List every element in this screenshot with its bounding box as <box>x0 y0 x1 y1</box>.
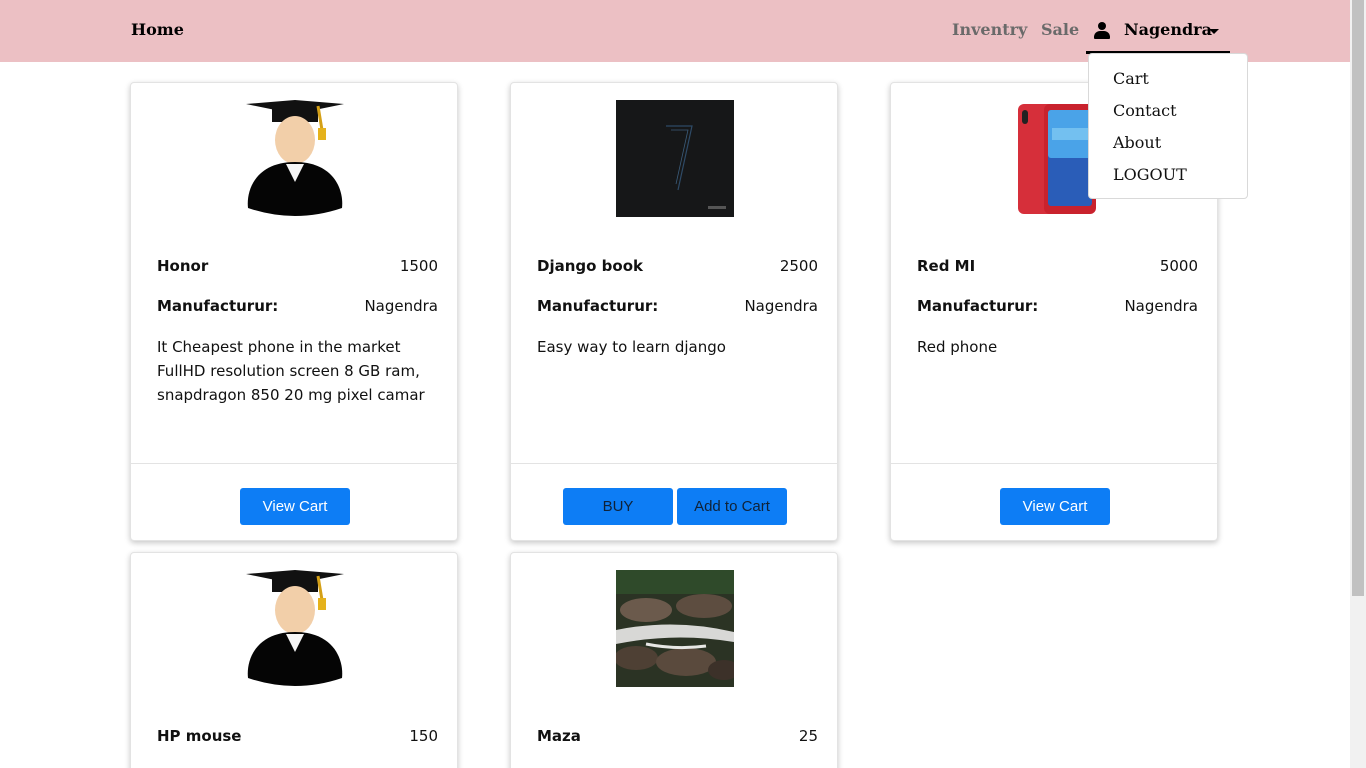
scrollbar-thumb[interactable] <box>1352 0 1364 596</box>
add-to-cart-button[interactable]: Add to Cart <box>677 488 787 525</box>
graduate-avatar-image <box>246 100 344 216</box>
product-name: HP mouse <box>157 727 242 745</box>
dropdown-item-logout[interactable]: LOGOUT <box>1113 165 1187 184</box>
brand-home-link[interactable]: Home <box>131 20 184 39</box>
nav-link-inventry[interactable]: Inventry <box>952 20 1027 39</box>
manufacturer-value: Nagendra <box>364 297 438 315</box>
product-price: 5000 <box>1159 257 1198 275</box>
product-description: It Cheapest phone in the market FullHD r… <box>157 338 425 404</box>
product-price: 2500 <box>779 257 818 275</box>
product-description: Easy way to learn django <box>537 338 726 356</box>
product-price: 1500 <box>399 257 438 275</box>
dropdown-item-contact[interactable]: Contact <box>1113 101 1177 120</box>
view-cart-button[interactable]: View Cart <box>1000 488 1110 525</box>
product-card: Maza 25 <box>510 552 838 768</box>
product-price: 150 <box>409 727 438 745</box>
graduate-avatar-image <box>246 570 344 686</box>
buy-button[interactable]: BUY <box>563 488 673 525</box>
view-cart-button[interactable]: View Cart <box>240 488 350 525</box>
manufacturer-value: Nagendra <box>744 297 818 315</box>
product-name: Honor <box>157 257 209 275</box>
product-name: Red MI <box>917 257 976 275</box>
user-name: Nagendra <box>1124 20 1212 39</box>
card-footer: View Cart <box>131 463 457 540</box>
product-name: Maza <box>537 727 581 745</box>
user-dropdown-menu: Cart Contact About LOGOUT <box>1088 53 1248 199</box>
dropdown-item-cart[interactable]: Cart <box>1113 69 1149 88</box>
product-card: Django book 2500 Manufacturur: Nagendra … <box>510 82 838 541</box>
product-card: HP mouse 150 <box>130 552 458 768</box>
nav-link-sale[interactable]: Sale <box>1041 20 1079 39</box>
card-footer: BUY Add to Cart <box>511 463 837 540</box>
user-icon <box>1094 22 1110 39</box>
manufacturer-label: Manufacturur: <box>537 297 659 315</box>
user-menu-toggle[interactable]: Nagendra <box>1086 0 1230 54</box>
river-photo-image <box>616 570 734 687</box>
caret-down-icon <box>1209 29 1219 34</box>
card-footer: View Cart <box>891 463 1217 540</box>
product-price: 25 <box>798 727 818 745</box>
manufacturer-value: Nagendra <box>1124 297 1198 315</box>
dropdown-item-about[interactable]: About <box>1113 133 1161 152</box>
django-book-cover-image <box>616 100 734 217</box>
manufacturer-label: Manufacturur: <box>157 297 279 315</box>
manufacturer-label: Manufacturur: <box>917 297 1039 315</box>
product-name: Django book <box>537 257 643 275</box>
product-description: Red phone <box>917 338 998 356</box>
product-card: Honor 1500 Manufacturur: Nagendra It Che… <box>130 82 458 541</box>
